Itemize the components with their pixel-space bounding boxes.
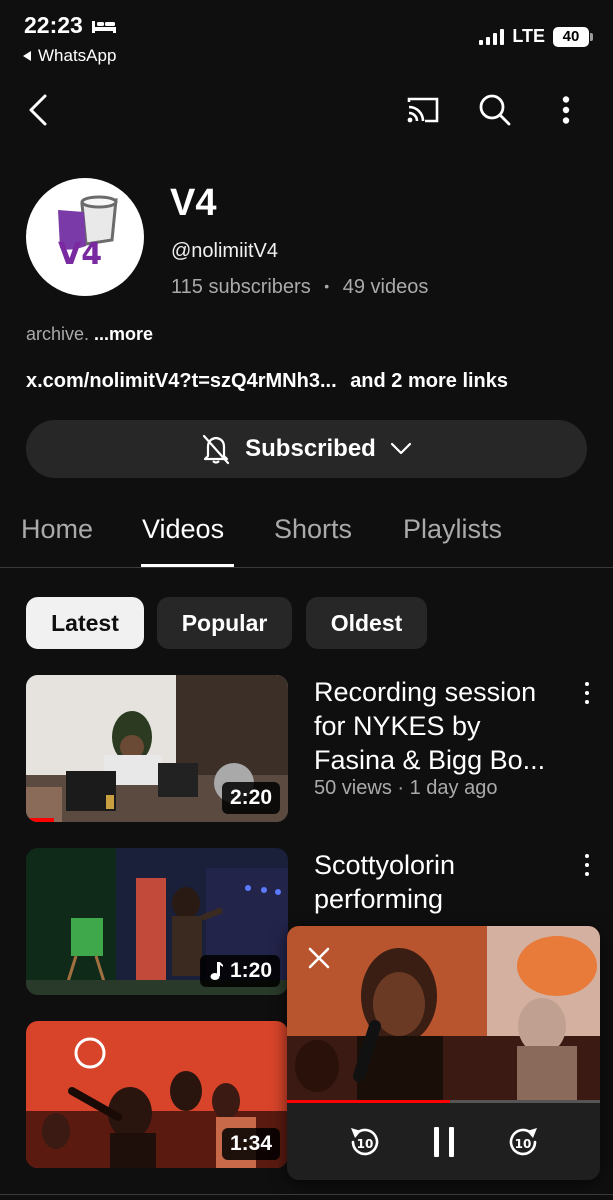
time-label: 22:23: [24, 12, 83, 38]
more-vertical-icon: [562, 96, 570, 124]
system-indicators: LTE 40: [479, 26, 593, 47]
bottom-divider: [0, 1194, 613, 1195]
back-button[interactable]: [16, 88, 60, 132]
tab-home[interactable]: Home: [21, 514, 93, 545]
channel-handle: @nolimiitV4: [171, 240, 279, 262]
watched-progress-bar: [26, 818, 54, 822]
video-title[interactable]: Scottyolorin performing TRABAYE 1.0: [314, 848, 564, 916]
duration-label: 2:20: [229, 786, 272, 809]
sleep-bed-icon: [91, 20, 116, 33]
tab-shorts[interactable]: Shorts: [274, 514, 352, 545]
chip-oldest[interactable]: Oldest: [306, 597, 427, 649]
description-more-link[interactable]: ...more: [94, 324, 153, 344]
channel-link[interactable]: x.com/nolimitV4?t=szQ4rMNh3...: [26, 370, 337, 392]
rewind-10-button[interactable]: 10: [345, 1122, 385, 1162]
video-duration: 2:20: [221, 782, 280, 814]
close-mini-player-button[interactable]: [301, 940, 337, 976]
active-tab-indicator: [141, 564, 234, 567]
pause-button[interactable]: [424, 1122, 464, 1162]
stats-separator: •: [324, 278, 330, 294]
forward-seconds-label: 10: [514, 1137, 531, 1151]
video-thumbnail[interactable]: 2:20: [26, 675, 288, 822]
forward-10-button[interactable]: 10: [503, 1122, 543, 1162]
video-thumbnail[interactable]: 1:34: [26, 1021, 288, 1168]
video-more-options-button[interactable]: [578, 680, 596, 706]
pause-icon: [433, 1126, 454, 1157]
tab-videos[interactable]: Videos: [142, 514, 224, 545]
channel-logo-icon: V4: [58, 195, 118, 272]
replay-10-icon: 10: [350, 1127, 378, 1155]
search-icon: [479, 94, 511, 126]
video-count: 49 videos: [342, 276, 429, 298]
signal-icon: [479, 28, 505, 45]
network-label: LTE: [512, 26, 545, 46]
mini-player[interactable]: 10 10: [287, 926, 600, 1180]
channel-tabs: Home Videos Shorts Playlists: [0, 500, 613, 568]
bell-off-icon: [203, 434, 230, 465]
subscribed-label: Subscribed: [245, 435, 376, 462]
status-bar: 22:23 WhatsApp LTE 40: [0, 0, 613, 76]
top-nav: [0, 82, 613, 138]
search-button[interactable]: [473, 88, 517, 132]
subscriber-count: 115 subscribers: [171, 276, 311, 298]
video-duration: 1:20: [199, 955, 280, 987]
chip-latest[interactable]: Latest: [26, 597, 144, 649]
more-options-button[interactable]: [544, 88, 588, 132]
tab-playlists[interactable]: Playlists: [403, 514, 502, 545]
forward-10-icon: 10: [509, 1127, 537, 1155]
channel-links[interactable]: x.com/nolimitV4?t=szQ4rMNh3... and 2 mor…: [26, 370, 508, 393]
channel-stats: 115 subscribers • 49 videos: [171, 276, 428, 299]
mini-player-controls: 10 10: [287, 1103, 600, 1180]
chevron-down-icon: [390, 442, 411, 455]
video-title[interactable]: Recording session for NYKES by Fasina & …: [314, 675, 564, 777]
cast-button[interactable]: [401, 88, 445, 132]
back-arrow-icon: [29, 94, 47, 126]
back-triangle-icon: [23, 51, 31, 61]
description-text: archive.: [26, 324, 90, 344]
avatar-logo-text: V4: [58, 237, 102, 272]
chip-popular[interactable]: Popular: [157, 597, 292, 649]
video-thumbnail[interactable]: 1:20: [26, 848, 288, 995]
more-links-text[interactable]: and 2 more links: [350, 370, 508, 392]
duration-label: 1:20: [229, 959, 272, 982]
channel-avatar[interactable]: V4: [26, 178, 144, 296]
back-to-app-link[interactable]: WhatsApp: [22, 46, 116, 66]
music-note-icon: [210, 962, 223, 980]
video-duration: 1:34: [221, 1128, 280, 1160]
channel-description[interactable]: archive. ...more: [26, 324, 153, 345]
mini-player-video[interactable]: [287, 926, 600, 1102]
back-app-label: WhatsApp: [38, 46, 117, 65]
video-meta: 50 views · 1 day ago: [314, 777, 498, 799]
status-time: 22:23: [24, 12, 117, 39]
battery-level: 40: [562, 28, 580, 45]
close-icon: [308, 947, 330, 969]
channel-name: V4: [170, 182, 217, 224]
duration-label: 1:34: [229, 1132, 272, 1155]
rewind-seconds-label: 10: [356, 1137, 373, 1151]
cast-icon: [407, 97, 439, 123]
video-more-options-button[interactable]: [578, 852, 596, 878]
subscribed-button[interactable]: Subscribed: [26, 420, 587, 478]
battery-icon: 40: [553, 26, 593, 47]
